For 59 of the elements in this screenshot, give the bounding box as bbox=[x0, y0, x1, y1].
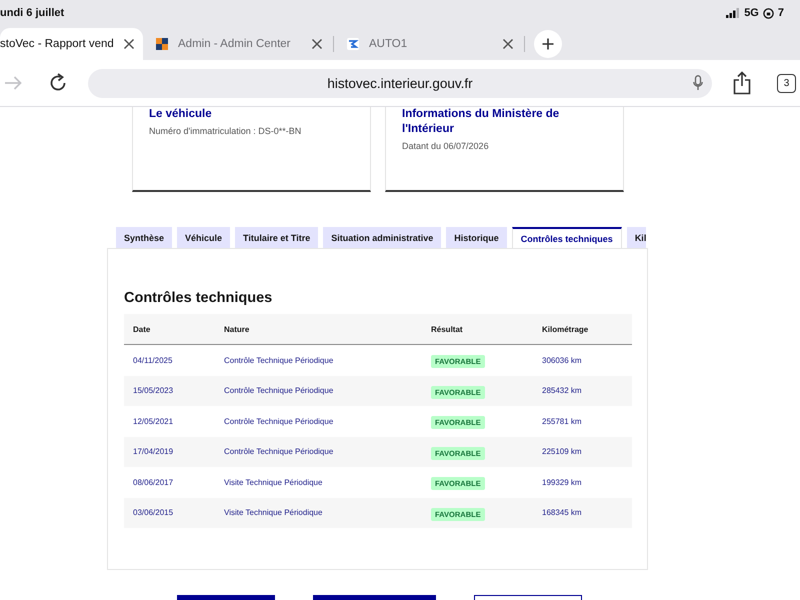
table-cell-text: 285432 km bbox=[541, 386, 583, 396]
column-header: Date bbox=[132, 324, 152, 334]
tab[interactable]: Kil bbox=[626, 227, 646, 248]
close-icon[interactable] bbox=[502, 38, 514, 50]
close-icon[interactable] bbox=[123, 38, 135, 50]
browser-tab[interactable]: AUTO1 bbox=[334, 28, 524, 60]
battery-percent: 7 bbox=[778, 7, 784, 19]
card-title: Informations du Ministère de l'Intérieur bbox=[402, 107, 560, 137]
address-field[interactable]: histovec.interieur.gouv.fr bbox=[88, 68, 712, 98]
table-cell-text: 04/11/2025 bbox=[132, 356, 174, 365]
tab-title: stoVec - Rapport vend bbox=[0, 38, 115, 50]
table-cell-text: Contrôle Technique Périodique bbox=[223, 416, 334, 426]
swoosh-logo-icon bbox=[347, 38, 359, 50]
card-text: Numéro d'immatriculation : DS-0**-BN bbox=[149, 125, 302, 137]
signal-icon bbox=[726, 8, 740, 18]
tabs-button[interactable]: 3 bbox=[777, 74, 796, 92]
tab[interactable]: Contrôles techniques bbox=[512, 227, 622, 248]
column-header: Nature bbox=[223, 324, 250, 334]
reload-icon[interactable] bbox=[48, 73, 68, 93]
table-cell-text: 17/04/2019 bbox=[132, 447, 174, 456]
table-cell-text: 199329 km bbox=[541, 478, 583, 487]
share-icon[interactable] bbox=[733, 71, 751, 95]
plus-icon bbox=[542, 38, 554, 50]
tab[interactable]: Situation administrative bbox=[323, 227, 442, 248]
browser-tab[interactable]: Admin - Admin Center bbox=[143, 28, 333, 60]
tab[interactable]: Historique bbox=[446, 227, 507, 248]
tab-title: Admin - Admin Center bbox=[178, 38, 292, 50]
squares-logo-icon bbox=[156, 38, 168, 50]
tab[interactable]: Véhicule bbox=[177, 227, 230, 248]
tab-title: AUTO1 bbox=[369, 38, 408, 50]
table-cell-text: Contrôle Technique Périodique bbox=[223, 447, 334, 456]
rotation-lock-icon bbox=[762, 8, 774, 18]
tab[interactable]: Synthèse bbox=[116, 227, 172, 248]
table-cell-text: 03/06/2015 bbox=[132, 508, 174, 518]
column-header: Résultat bbox=[430, 324, 464, 334]
table-cell-text: 12/05/2021 bbox=[132, 416, 174, 426]
table-cell-text: Visite Technique Périodique bbox=[223, 508, 324, 518]
browser-tab[interactable]: stoVec - Rapport vend bbox=[0, 28, 143, 60]
microphone-icon[interactable] bbox=[693, 75, 703, 91]
table-cell-text: 08/06/2017 bbox=[132, 478, 174, 487]
section-title: Contrôles techniques bbox=[124, 289, 274, 307]
table-cell-text: Contrôle Technique Périodique bbox=[223, 386, 334, 396]
status-date: undi 6 juillet bbox=[0, 7, 64, 19]
table-cell-text: 225109 km bbox=[541, 447, 583, 456]
network-label: 5G bbox=[744, 7, 759, 19]
url-text: histovec.interieur.gouv.fr bbox=[327, 76, 473, 90]
table-cell-text: 306036 km bbox=[541, 356, 583, 365]
card-text: Datant du 06/07/2026 bbox=[402, 140, 490, 152]
table-cell-text: 255781 km bbox=[541, 416, 583, 426]
table-cell-text: Visite Technique Périodique bbox=[223, 478, 324, 487]
column-header: Kilométrage bbox=[541, 324, 590, 334]
table-cell-text: 15/05/2023 bbox=[132, 386, 174, 396]
close-icon[interactable] bbox=[311, 38, 323, 50]
table-cell-text: 168345 km bbox=[541, 508, 583, 518]
card-title: Le véhicule bbox=[149, 107, 213, 122]
tab[interactable]: Titulaire et Titre bbox=[235, 227, 318, 248]
secondary-button[interactable] bbox=[474, 595, 582, 600]
new-tab-button[interactable] bbox=[534, 30, 562, 58]
table-cell-text: Contrôle Technique Périodique bbox=[223, 356, 334, 365]
